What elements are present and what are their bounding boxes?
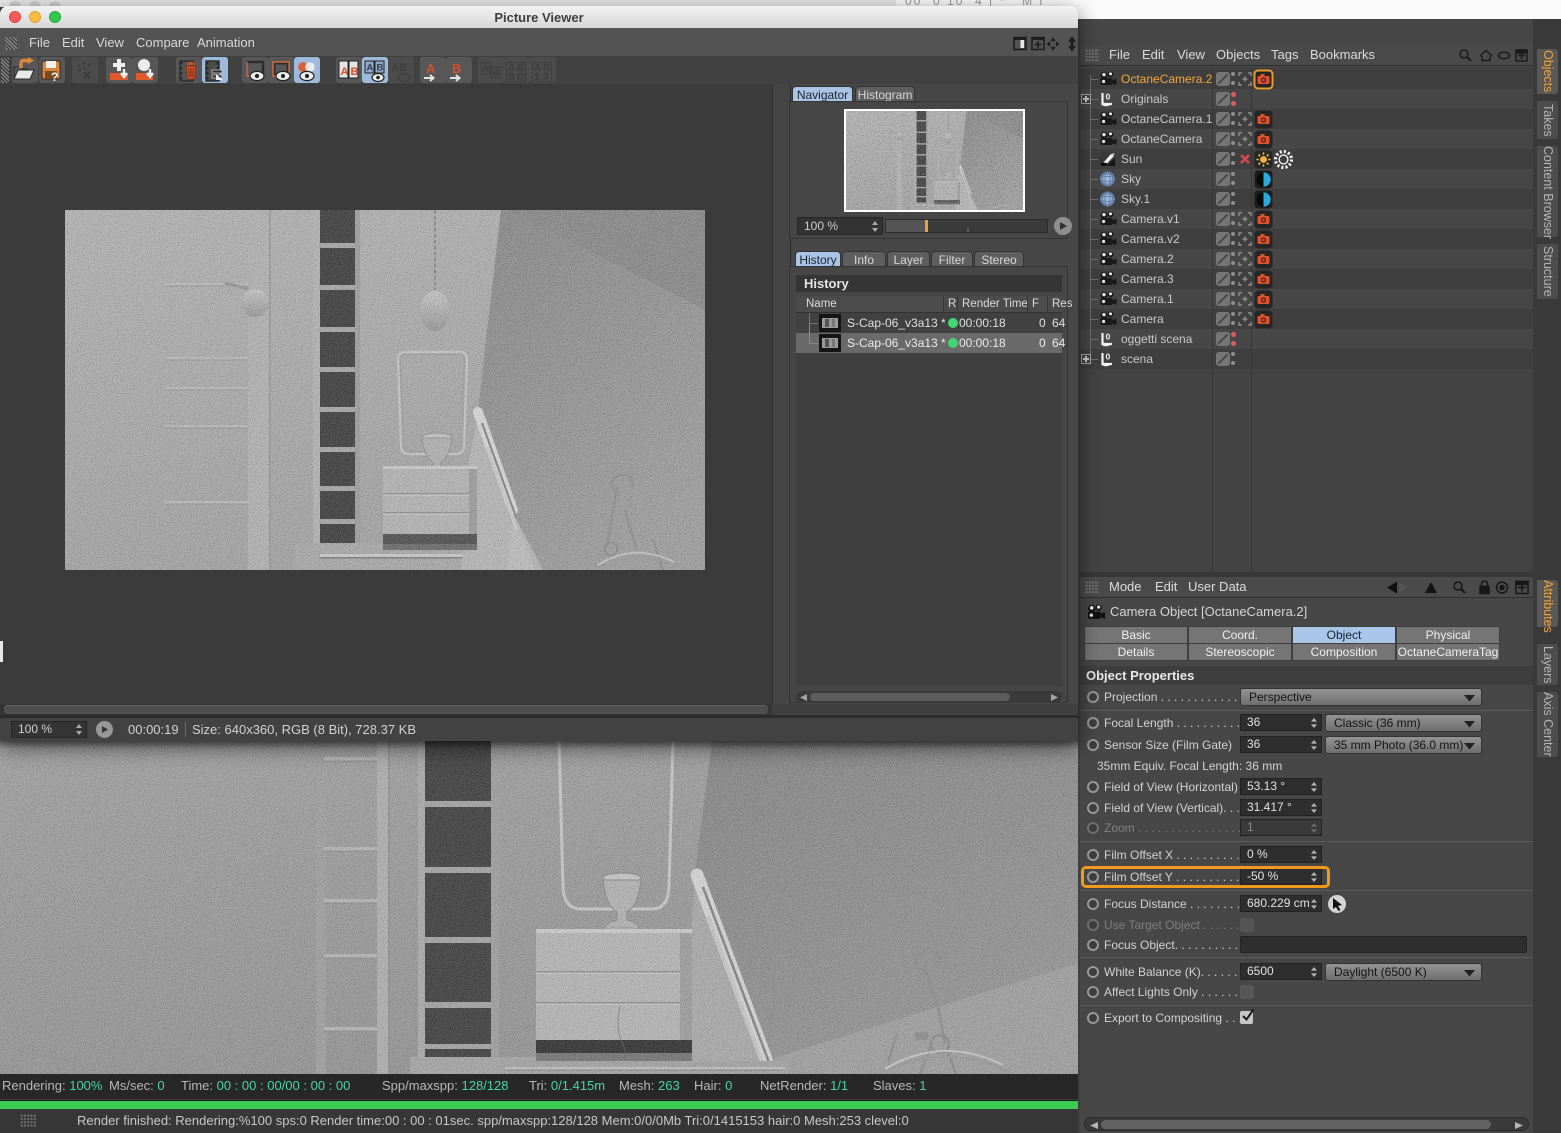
svg-text:0: 0 <box>1106 92 1111 102</box>
svg-text:B: B <box>351 66 359 78</box>
svg-text:A: A <box>482 64 489 75</box>
svg-text:B: B <box>377 63 384 74</box>
svg-text:?: ? <box>51 70 58 84</box>
svg-text:0: 0 <box>1106 352 1111 362</box>
svg-text:B: B <box>492 68 499 79</box>
svg-text:A: A <box>367 63 374 74</box>
svg-text:AB: AB <box>391 62 407 74</box>
svg-text:B: B <box>452 61 461 76</box>
svg-text:0: 0 <box>1106 332 1111 342</box>
svg-text:A: A <box>341 66 349 78</box>
svg-text:A: A <box>426 61 436 76</box>
